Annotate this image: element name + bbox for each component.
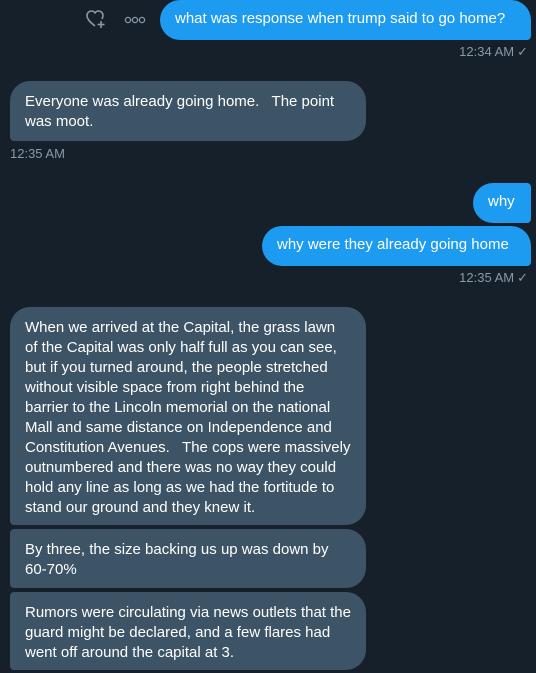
sent-check-icon: ✓	[517, 44, 528, 59]
timestamp-text: 12:35 AM	[10, 146, 65, 161]
outgoing-message[interactable]: what was response when trump said to go …	[160, 0, 531, 40]
incoming-message[interactable]: Rumors were circulating via news outlets…	[10, 592, 366, 670]
timestamp-text: 12:35 AM	[459, 270, 515, 285]
sent-check-icon: ✓	[517, 270, 528, 285]
message-timestamp: 12:34 AM ✓	[459, 44, 528, 60]
outgoing-message[interactable]: why	[473, 183, 531, 223]
incoming-message[interactable]: Everyone was already going home. The poi…	[10, 81, 366, 141]
incoming-message[interactable]: By three, the size backing us up was dow…	[10, 529, 366, 588]
timestamp-text: 12:34 AM	[459, 44, 515, 59]
message-timestamp: 12:35 AM	[10, 146, 65, 162]
more-options-icon	[124, 16, 146, 24]
heart-add-icon	[86, 10, 105, 28]
react-button[interactable]	[85, 8, 107, 30]
message-timestamp: 12:35 AM ✓	[459, 270, 528, 286]
outgoing-message[interactable]: why were they already going home	[262, 226, 531, 266]
incoming-message[interactable]: When we arrived at the Capital, the gras…	[10, 307, 366, 525]
more-options-button[interactable]	[124, 13, 146, 25]
